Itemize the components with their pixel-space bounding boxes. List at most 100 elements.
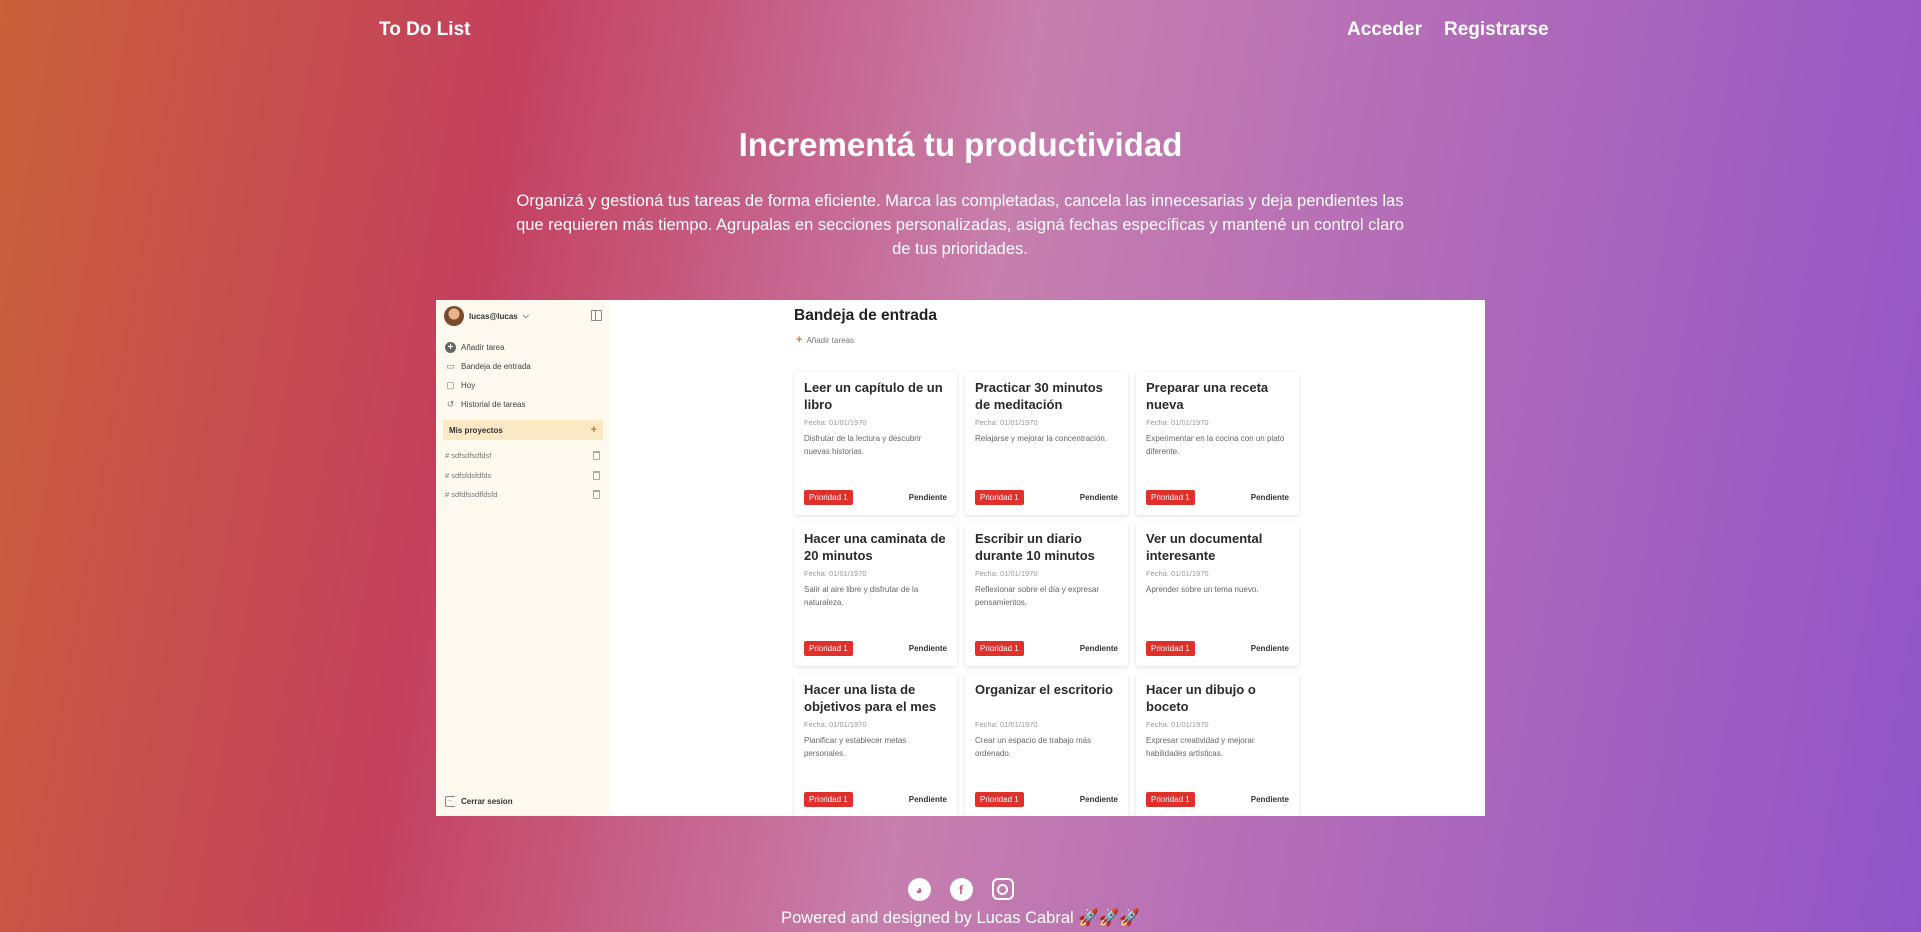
- task-card: Practicar 30 minutos de meditación Fecha:…: [965, 372, 1128, 515]
- task-date: Fecha: 01/01/1970: [1146, 418, 1209, 427]
- status-label: Pendiente: [1079, 644, 1118, 653]
- sidebar-item-inbox: ▭ Bandeja de entrada: [445, 357, 531, 376]
- add-project-icon: +: [590, 424, 597, 436]
- inbox-title: Bandeja de entrada: [794, 307, 937, 324]
- hero-description: Organizá y gestioná tus tareas de forma …: [516, 192, 1404, 258]
- priority-badge: Prioridad 1: [804, 490, 853, 505]
- sidebar-item-label: Bandeja de entrada: [461, 362, 531, 371]
- task-card: Escribir un diario durante 10 minutos Fec…: [965, 523, 1128, 666]
- app-preview-screenshot: lucas@lucas ⌵ + Añadir tarea ▭ Bandeja de …: [436, 300, 1485, 816]
- logout-icon: →: [445, 796, 455, 807]
- user-email: lucas@lucas: [469, 311, 518, 321]
- sidebar-menu: + Añadir tarea ▭ Bandeja de entrada ▢ Hoy ↺…: [445, 338, 531, 414]
- project-name: sdfdfssdffdsfd: [451, 490, 498, 500]
- projects-header: Mis proyectos +: [443, 420, 603, 440]
- sidebar-item-add-task: + Añadir tarea: [445, 338, 531, 357]
- sidebar-item-label: Hoy: [461, 381, 476, 390]
- priority-badge: Prioridad 1: [804, 641, 853, 656]
- task-card: Preparar una receta nueva Fecha: 01/01/19…: [1136, 372, 1299, 515]
- task-description: Reflexionar sobre el día y expresar pens…: [975, 585, 1100, 607]
- priority-badge: Prioridad 1: [975, 792, 1024, 807]
- github-icon[interactable]: ◕: [907, 878, 931, 901]
- status-label: Pendiente: [1250, 644, 1289, 653]
- task-date: Fecha: 01/01/1970: [975, 418, 1038, 427]
- sidebar-item-history: ↺ Historial de tareas: [445, 395, 531, 414]
- task-title: Preparar una receta nueva: [1146, 380, 1269, 412]
- task-date: Fecha: 01/01/1970: [1146, 569, 1209, 578]
- task-card: Leer un capítulo de un libro Fecha: 01/01…: [794, 372, 957, 515]
- chevron-down-icon: ⌵: [522, 311, 529, 320]
- task-card: Hacer un dibujo o boceto Fecha: 01/01/197…: [1136, 674, 1299, 816]
- register-link[interactable]: Registrarse: [1444, 19, 1549, 41]
- social-links: ◕ f: [0, 878, 1921, 901]
- project-name: sdfsfdsfdfds: [451, 470, 492, 480]
- status-label: Pendiente: [908, 644, 947, 653]
- task-date: Fecha: 01/01/1970: [804, 720, 867, 729]
- task-grid: Leer un capítulo de un libro Fecha: 01/01…: [794, 372, 1299, 816]
- login-link[interactable]: Acceder: [1347, 19, 1422, 41]
- project-name: sdfsdfsdfdsf: [451, 451, 492, 461]
- projects-title: Mis proyectos: [449, 425, 503, 435]
- priority-badge: Prioridad 1: [1146, 792, 1195, 807]
- facebook-icon[interactable]: f: [949, 878, 973, 901]
- project-item: # sdfdfssdffdsfd: [445, 485, 600, 505]
- status-label: Pendiente: [1079, 493, 1118, 502]
- status-label: Pendiente: [1250, 493, 1289, 502]
- trash-icon: [593, 490, 600, 500]
- task-title: Organizar el escritorio: [975, 682, 1113, 697]
- projects-list: # sdfsdfsdfdsf # sdfsfdsfdfds # sdfdfssd…: [445, 446, 600, 505]
- trash-icon: [593, 451, 600, 461]
- task-title: Practicar 30 minutos de meditación: [975, 380, 1103, 412]
- task-date: Fecha: 01/01/1970: [804, 418, 867, 427]
- plus-circle-icon: +: [445, 342, 456, 353]
- history-icon: ↺: [446, 399, 455, 409]
- brand-title[interactable]: To Do List: [379, 19, 470, 41]
- priority-badge: Prioridad 1: [1146, 641, 1195, 656]
- task-description: Aprender sobre un tema nuevo.: [1146, 585, 1259, 594]
- task-card: Ver un documental interesante Fecha: 01/0…: [1136, 523, 1299, 666]
- task-title: Hacer una caminata de 20 minutos: [804, 531, 946, 563]
- plus-icon: +: [796, 334, 803, 346]
- calendar-icon: ▢: [446, 380, 455, 390]
- project-item: # sdfsfdsfdfds: [445, 466, 600, 486]
- task-description: Crear un espacio de trabajo más ordenado…: [975, 736, 1092, 758]
- task-date: Fecha: 01/01/1970: [804, 569, 867, 578]
- user-menu: lucas@lucas ⌵: [444, 306, 529, 326]
- top-nav: To Do List Acceder Registrarse: [0, 0, 1921, 60]
- status-label: Pendiente: [1250, 795, 1289, 804]
- add-task-row: + Añadir tareas: [796, 334, 854, 346]
- priority-badge: Prioridad 1: [975, 490, 1024, 505]
- task-title: Ver un documental interesante: [1146, 531, 1263, 563]
- logout-label: Cerrar sesion: [461, 797, 513, 806]
- inbox-icon: ▭: [446, 361, 455, 371]
- logout-item: → Cerrar sesion: [445, 796, 513, 807]
- nav-links: Acceder Registrarse: [1347, 19, 1549, 41]
- add-task-label: Añadir tareas: [806, 335, 855, 345]
- priority-badge: Prioridad 1: [804, 792, 853, 807]
- task-card: Organizar el escritorio Fecha: 01/01/1970…: [965, 674, 1128, 816]
- task-description: Experimentar en la cocina con un plato d…: [1146, 434, 1285, 456]
- status-label: Pendiente: [908, 795, 947, 804]
- task-title: Escribir un diario durante 10 minutos: [975, 531, 1095, 563]
- task-title: Hacer un dibujo o boceto: [1146, 682, 1256, 714]
- instagram-icon[interactable]: [991, 878, 1014, 900]
- task-date: Fecha: 01/01/1970: [975, 569, 1038, 578]
- hero-title: Incrementá tu productividad: [738, 126, 1183, 163]
- priority-badge: Prioridad 1: [975, 641, 1024, 656]
- sidebar-toggle-icon: [591, 310, 602, 321]
- sidebar-item-today: ▢ Hoy: [445, 376, 531, 395]
- priority-badge: Prioridad 1: [1146, 490, 1195, 505]
- task-date: Fecha: 01/01/1970: [975, 720, 1038, 729]
- trash-icon: [593, 470, 600, 480]
- task-title: Hacer una lista de objetivos para el mes: [804, 682, 937, 714]
- status-label: Pendiente: [1079, 795, 1118, 804]
- status-label: Pendiente: [908, 493, 947, 502]
- task-description: Planificar y establecer metas personales…: [804, 736, 907, 758]
- task-card: Hacer una caminata de 20 minutos Fecha: 0…: [794, 523, 957, 666]
- task-description: Disfrutar de la lectura y descubrir nuev…: [804, 434, 922, 456]
- task-description: Expresar creatividad y mejorar habilidad…: [1146, 736, 1255, 758]
- preview-sidebar: lucas@lucas ⌵ + Añadir tarea ▭ Bandeja de …: [436, 300, 609, 816]
- task-title: Leer un capítulo de un libro: [804, 380, 943, 412]
- task-card: Hacer una lista de objetivos para el mes…: [794, 674, 957, 816]
- sidebar-item-label: Historial de tareas: [461, 400, 526, 409]
